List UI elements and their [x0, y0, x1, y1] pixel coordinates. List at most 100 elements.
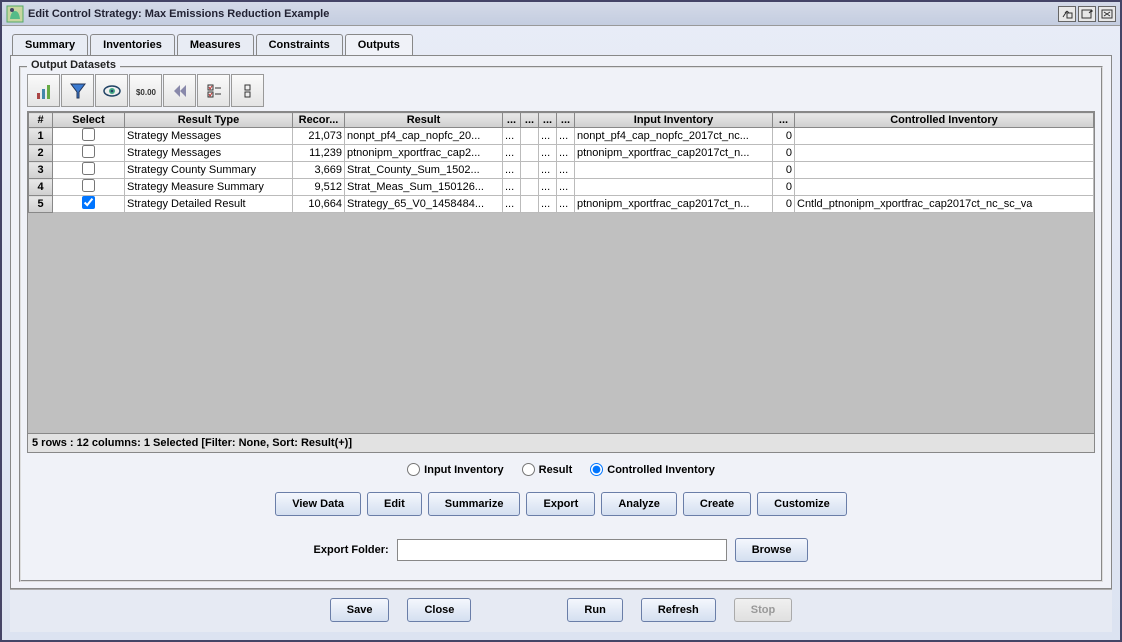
result-type-cell: Strategy Measure Summary	[125, 179, 293, 196]
result-type-cell: Strategy Messages	[125, 145, 293, 162]
extra-cell: 0	[773, 145, 795, 162]
col-extra4[interactable]: ...	[557, 113, 575, 128]
table-row[interactable]: 2Strategy Messages11,239ptnonipm_xportfr…	[29, 145, 1094, 162]
select-cell[interactable]	[53, 162, 125, 179]
result-cell: Strat_Meas_Sum_150126...	[345, 179, 503, 196]
checklist-icon[interactable]	[197, 74, 230, 107]
record-count-cell: 11,239	[293, 145, 345, 162]
window-title: Edit Control Strategy: Max Emissions Red…	[28, 8, 329, 20]
input-inventory-cell: nonpt_pf4_cap_nopfc_2017ct_nc...	[575, 128, 773, 145]
format-icon[interactable]: $0.00	[129, 74, 162, 107]
eye-icon[interactable]	[95, 74, 128, 107]
col-extra5[interactable]: ...	[773, 113, 795, 128]
tab-measures[interactable]: Measures	[177, 34, 254, 56]
select-cell[interactable]	[53, 196, 125, 213]
col-input-inventory[interactable]: Input Inventory	[575, 113, 773, 128]
col-record-count[interactable]: Recor...	[293, 113, 345, 128]
stop-button[interactable]: Stop	[734, 598, 792, 622]
tab-panel: Output Datasets $0.00	[10, 55, 1112, 589]
maximize-button[interactable]	[1078, 6, 1096, 22]
result-cell: ptnonipm_xportfrac_cap2...	[345, 145, 503, 162]
input-inventory-cell: ptnonipm_xportfrac_cap2017ct_n...	[575, 196, 773, 213]
extra-cell: ...	[557, 162, 575, 179]
refresh-button[interactable]: Refresh	[641, 598, 716, 622]
extra-cell: ...	[503, 145, 521, 162]
output-table[interactable]: # Select Result Type Recor... Result ...…	[28, 112, 1094, 213]
extra-cell	[521, 128, 539, 145]
summarize-button[interactable]: Summarize	[428, 492, 521, 516]
tab-constraints[interactable]: Constraints	[256, 34, 343, 56]
export-folder-input[interactable]	[397, 539, 727, 561]
table-row[interactable]: 5Strategy Detailed Result10,664Strategy_…	[29, 196, 1094, 213]
extra-cell: 0	[773, 162, 795, 179]
run-button[interactable]: Run	[567, 598, 622, 622]
view-data-button[interactable]: View Data	[275, 492, 361, 516]
extra-cell	[521, 162, 539, 179]
extra-cell: ...	[503, 196, 521, 213]
group-label: Output Datasets	[27, 59, 120, 71]
record-count-cell: 10,664	[293, 196, 345, 213]
input-inventory-cell	[575, 162, 773, 179]
tab-outputs[interactable]: Outputs	[345, 34, 413, 56]
row-number: 1	[29, 128, 53, 145]
table-row[interactable]: 4Strategy Measure Summary9,512Strat_Meas…	[29, 179, 1094, 196]
result-type-radios: Input Inventory Result Controlled Invent…	[27, 463, 1095, 476]
select-cell[interactable]	[53, 145, 125, 162]
extra-cell	[521, 196, 539, 213]
col-extra3[interactable]: ...	[539, 113, 557, 128]
col-extra2[interactable]: ...	[521, 113, 539, 128]
rewind-icon[interactable]	[163, 74, 196, 107]
titlebar: Edit Control Strategy: Max Emissions Red…	[2, 2, 1120, 26]
result-cell: Strat_County_Sum_1502...	[345, 162, 503, 179]
bottom-bar: Save Close Run Refresh Stop	[10, 589, 1112, 632]
tab-inventories[interactable]: Inventories	[90, 34, 175, 56]
col-controlled-inventory[interactable]: Controlled Inventory	[795, 113, 1094, 128]
table-row[interactable]: 1 Strategy Messages21,073 nonpt_pf4_cap_no…	[29, 128, 1094, 145]
edit-button[interactable]: Edit	[367, 492, 422, 516]
extra-cell: ...	[557, 128, 575, 145]
export-button[interactable]: Export	[526, 492, 595, 516]
radio-controlled-inventory[interactable]: Controlled Inventory	[590, 463, 715, 476]
save-button[interactable]: Save	[330, 598, 390, 622]
col-result-type[interactable]: Result Type	[125, 113, 293, 128]
select-cell[interactable]	[53, 179, 125, 196]
extra-cell	[521, 179, 539, 196]
customize-button[interactable]: Customize	[757, 492, 847, 516]
radio-input-inventory[interactable]: Input Inventory	[407, 463, 503, 476]
tab-summary[interactable]: Summary	[12, 34, 88, 56]
record-count-cell: 3,669	[293, 162, 345, 179]
extra-cell: ...	[539, 196, 557, 213]
grid: # Select Result Type Recor... Result ...…	[27, 111, 1095, 453]
input-inventory-cell	[575, 179, 773, 196]
result-cell: Strategy_65_V0_1458484...	[345, 196, 503, 213]
select-cell[interactable]	[53, 128, 125, 145]
window-frame: Edit Control Strategy: Max Emissions Red…	[0, 0, 1122, 642]
iconify-button[interactable]	[1058, 6, 1076, 22]
col-result[interactable]: Result	[345, 113, 503, 128]
status-bar: 5 rows : 12 columns: 1 Selected [Filter:…	[28, 433, 1094, 452]
analyze-button[interactable]: Analyze	[601, 492, 677, 516]
extra-cell: ...	[503, 162, 521, 179]
radio-result[interactable]: Result	[522, 463, 573, 476]
browse-button[interactable]: Browse	[735, 538, 809, 562]
extra-cell: 0	[773, 128, 795, 145]
controlled-inventory-cell	[795, 145, 1094, 162]
close-button[interactable]	[1098, 6, 1116, 22]
close-button[interactable]: Close	[407, 598, 471, 622]
uncheck-icon[interactable]	[231, 74, 264, 107]
col-rownum[interactable]: #	[29, 113, 53, 128]
funnel-icon[interactable]	[61, 74, 94, 107]
record-count-cell: 21,073	[293, 128, 345, 145]
svg-text:$0.00: $0.00	[136, 88, 156, 97]
table-row[interactable]: 3Strategy County Summary3,669Strat_Count…	[29, 162, 1094, 179]
record-count-cell: 9,512	[293, 179, 345, 196]
result-type-cell: Strategy Messages	[125, 128, 293, 145]
output-datasets-group: Output Datasets $0.00	[19, 66, 1103, 582]
col-extra1[interactable]: ...	[503, 113, 521, 128]
content-area: Summary Inventories Measures Constraints…	[2, 26, 1120, 640]
create-button[interactable]: Create	[683, 492, 751, 516]
col-select[interactable]: Select	[53, 113, 125, 128]
controlled-inventory-cell	[795, 179, 1094, 196]
stats-icon[interactable]	[27, 74, 60, 107]
result-type-cell: Strategy Detailed Result	[125, 196, 293, 213]
